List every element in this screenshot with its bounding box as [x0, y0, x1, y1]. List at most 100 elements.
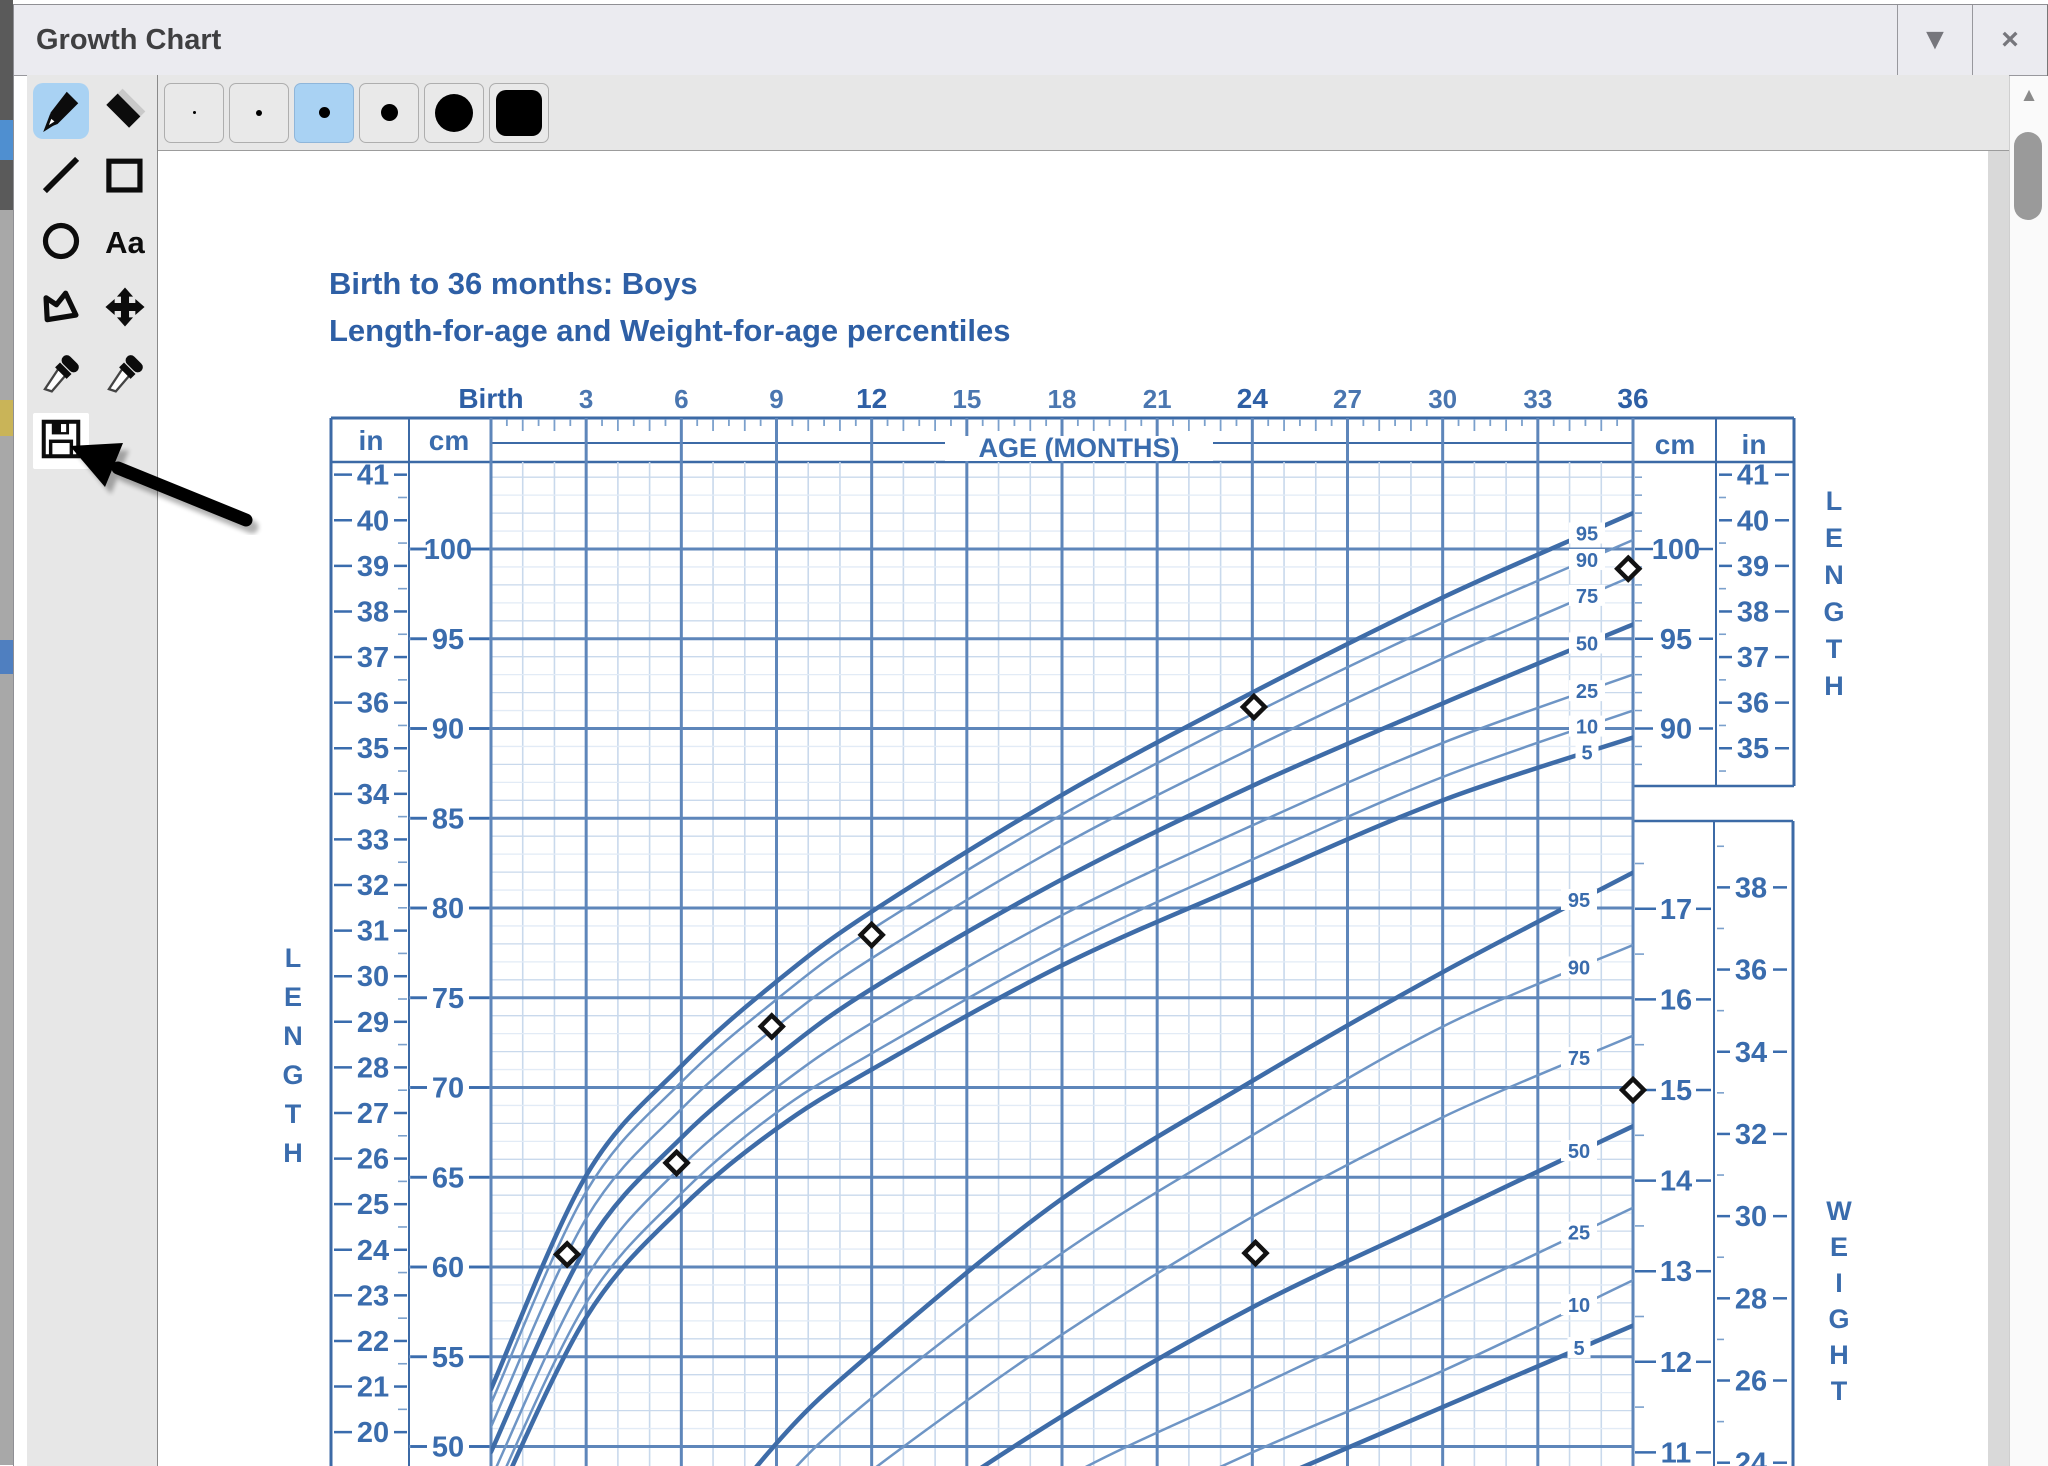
brush-size-1[interactable] [164, 83, 224, 143]
svg-text:18: 18 [1048, 384, 1077, 414]
svg-text:38: 38 [1735, 872, 1767, 904]
brush-dot-icon [496, 90, 542, 136]
svg-text:27: 27 [1333, 384, 1362, 414]
polygon-tool[interactable] [33, 281, 89, 337]
svg-text:80: 80 [432, 893, 464, 925]
svg-text:26: 26 [1735, 1366, 1767, 1398]
text-tool[interactable]: Aa [97, 215, 153, 271]
move-icon [102, 284, 148, 335]
svg-text:cm: cm [429, 425, 469, 456]
svg-text:40: 40 [1737, 505, 1769, 537]
svg-text:Birth to 36 months: Boys: Birth to 36 months: Boys [329, 266, 698, 301]
save-icon [38, 416, 84, 467]
svg-text:T: T [1826, 634, 1843, 664]
shade-button[interactable]: ▼ [1897, 5, 1972, 75]
svg-text:T: T [285, 1099, 302, 1129]
chevron-down-icon: ▼ [1920, 23, 1950, 57]
svg-text:E: E [1830, 1232, 1848, 1262]
rectangle-tool[interactable] [97, 149, 153, 205]
svg-text:5: 5 [1573, 1338, 1584, 1360]
scroll-up-button[interactable]: ▲ [2010, 76, 2048, 116]
color-picker-tool[interactable] [33, 347, 89, 403]
close-button[interactable]: × [1972, 5, 2047, 75]
ellipse-icon [38, 218, 84, 269]
svg-text:37: 37 [357, 642, 389, 674]
brush-size-4[interactable] [359, 83, 419, 143]
svg-text:55: 55 [432, 1342, 464, 1374]
svg-text:31: 31 [357, 916, 389, 948]
svg-text:90: 90 [432, 714, 464, 746]
svg-text:20: 20 [357, 1417, 389, 1449]
app-window: Growth Chart ▼ × Aa 41403938373635343332… [13, 4, 2048, 1466]
background-fragment [0, 0, 13, 210]
text-icon: Aa [105, 225, 145, 261]
svg-text:28: 28 [1735, 1283, 1767, 1315]
svg-text:32: 32 [1735, 1119, 1767, 1151]
eraser-tool[interactable] [97, 83, 153, 139]
svg-text:85: 85 [432, 803, 464, 835]
close-icon: × [2001, 23, 2019, 57]
rectangle-icon [102, 152, 148, 203]
svg-text:15: 15 [1660, 1075, 1692, 1107]
svg-text:100: 100 [1652, 534, 1700, 566]
svg-text:36: 36 [357, 688, 389, 720]
save-tool[interactable] [33, 413, 89, 469]
svg-text:95: 95 [1568, 890, 1590, 912]
brush-dot-icon [256, 110, 262, 116]
paint-canvas[interactable]: 4140393837363534333231302928272625242322… [158, 151, 2009, 1466]
svg-text:36: 36 [1617, 383, 1648, 414]
eyedropper-icon [102, 350, 148, 401]
svg-text:W: W [1826, 1196, 1852, 1226]
svg-text:30: 30 [1735, 1201, 1767, 1233]
svg-text:9: 9 [769, 384, 783, 414]
svg-text:65: 65 [432, 1162, 464, 1194]
brush-size-6[interactable] [489, 83, 549, 143]
scrollbar-thumb[interactable] [2014, 132, 2042, 220]
svg-text:24: 24 [357, 1235, 389, 1267]
color-picker-tool-2[interactable] [97, 347, 153, 403]
line-icon [38, 152, 84, 203]
arrow-up-icon: ▲ [2020, 85, 2039, 107]
svg-text:41: 41 [357, 460, 389, 492]
svg-text:H: H [1829, 1340, 1849, 1370]
line-tool[interactable] [33, 149, 89, 205]
svg-text:38: 38 [1737, 596, 1769, 628]
svg-text:50: 50 [1576, 633, 1598, 655]
svg-text:G: G [1828, 1304, 1849, 1334]
tool-grid: Aa [27, 75, 157, 479]
tool-panel: Aa [27, 75, 158, 1466]
svg-text:6: 6 [674, 384, 688, 414]
brush-size-3[interactable] [294, 83, 354, 143]
svg-text:N: N [283, 1021, 303, 1051]
background-window-edge [0, 0, 13, 1465]
pencil-tool[interactable] [33, 83, 89, 139]
svg-text:21: 21 [357, 1372, 389, 1404]
ellipse-tool[interactable] [33, 215, 89, 271]
svg-text:34: 34 [1735, 1037, 1767, 1069]
svg-text:90: 90 [1660, 714, 1692, 746]
svg-text:30: 30 [357, 961, 389, 993]
svg-text:75: 75 [432, 983, 464, 1015]
svg-text:10: 10 [1568, 1295, 1590, 1317]
move-tool[interactable] [97, 281, 153, 337]
eyedropper-icon [38, 350, 84, 401]
svg-text:12: 12 [1660, 1347, 1692, 1379]
brush-size-5[interactable] [424, 83, 484, 143]
svg-text:35: 35 [1737, 733, 1769, 765]
svg-text:95: 95 [432, 624, 464, 656]
background-fragment [0, 120, 13, 160]
svg-text:24: 24 [1735, 1448, 1767, 1466]
svg-text:60: 60 [432, 1252, 464, 1284]
svg-text:95: 95 [1576, 523, 1598, 545]
svg-text:34: 34 [357, 779, 389, 811]
vertical-scrollbar[interactable]: ▲ [2009, 76, 2048, 1466]
svg-text:G: G [282, 1060, 303, 1090]
svg-text:70: 70 [432, 1073, 464, 1105]
brush-size-2[interactable] [229, 83, 289, 143]
svg-text:15: 15 [952, 384, 981, 414]
background-fragment [0, 640, 13, 674]
svg-text:90: 90 [1568, 957, 1590, 979]
title-bar[interactable]: Growth Chart ▼ × [14, 5, 2047, 76]
svg-text:40: 40 [357, 505, 389, 537]
svg-text:H: H [283, 1138, 303, 1168]
